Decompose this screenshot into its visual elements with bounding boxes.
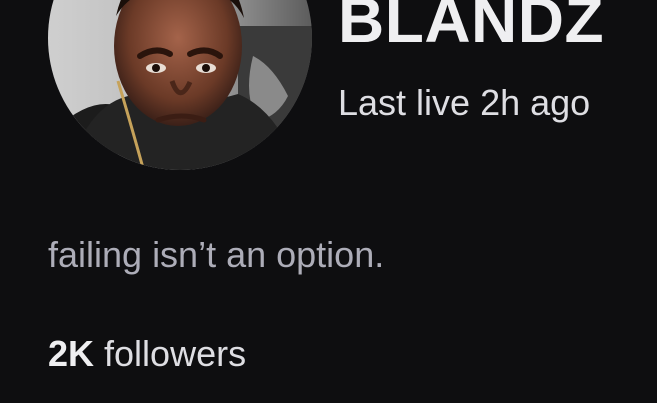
- channel-name[interactable]: BLANDZ: [338, 0, 604, 52]
- avatar-photo-icon: [48, 0, 312, 170]
- followers-label: followers: [94, 333, 247, 374]
- channel-bio: failing isn’t an option.: [48, 234, 385, 275]
- followers-count: 2K followers: [48, 333, 246, 374]
- followers-number: 2K: [48, 333, 95, 374]
- last-live-status: Last live 2h ago: [338, 82, 591, 123]
- channel-avatar[interactable]: [48, 0, 312, 170]
